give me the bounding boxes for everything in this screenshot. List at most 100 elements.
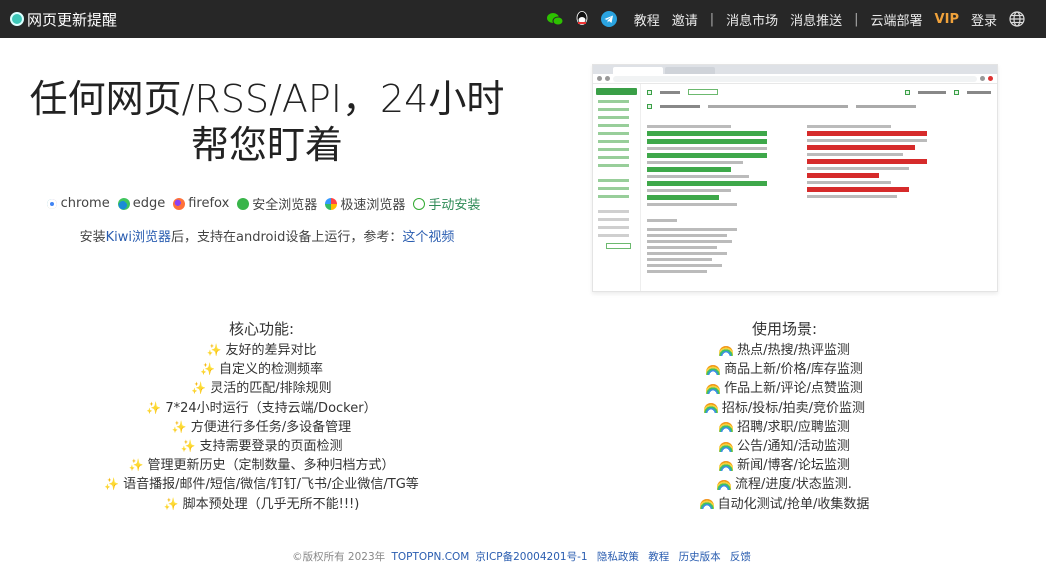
core-feature-item: ✨ 语音播报/邮件/短信/微信/钉钉/飞书/企业微信/TG等 xyxy=(104,475,419,494)
rainbow-icon xyxy=(719,422,734,433)
use-case-text: 商品上新/价格/库存监测 xyxy=(724,362,863,378)
screenshot-added-line xyxy=(647,181,767,186)
install-safe-browser-link[interactable]: 安全浏览器 xyxy=(237,194,317,213)
screenshot-removed-line xyxy=(807,145,915,150)
install-edge-link[interactable]: edge xyxy=(117,194,165,213)
screenshot-text xyxy=(856,104,916,108)
brand-name: 网页更新提醒 xyxy=(27,10,118,29)
kiwi-prefix: 安装 xyxy=(79,230,106,245)
rainbow-icon xyxy=(703,403,718,414)
install-fast-browser-link[interactable]: 极速浏览器 xyxy=(325,194,405,213)
screenshot-old-column xyxy=(647,122,767,209)
nav-vip[interactable]: VIP xyxy=(935,12,959,27)
screenshot-added-line xyxy=(647,131,767,136)
rainbow-icon xyxy=(706,384,721,394)
screenshot-sidebar-button xyxy=(606,243,631,249)
use-case-item: 公告/通知/活动监测 xyxy=(719,437,850,456)
screenshot-sidebar-row xyxy=(598,226,629,229)
install-safe-browser-label: 安全浏览器 xyxy=(252,198,318,213)
wechat-icon[interactable] xyxy=(546,11,563,27)
screenshot-line xyxy=(647,252,727,255)
screenshot-dot xyxy=(980,76,985,81)
nav-tutorial[interactable]: 教程 xyxy=(634,10,660,29)
edge-icon xyxy=(117,197,130,210)
sparkle-icon: ✨ xyxy=(163,496,179,511)
footer: ©版权所有 2023年 TOPTOPN.COM 京ICP备20004201号-1 … xyxy=(0,549,1046,564)
nav-login[interactable]: 登录 xyxy=(971,10,997,29)
screenshot-line xyxy=(647,246,717,249)
footer-history-link[interactable]: 历史版本 xyxy=(679,551,721,563)
screenshot-new-column xyxy=(807,122,927,209)
core-feature-text: 灵活的匹配/排除规则 xyxy=(210,381,332,397)
fast-browser-icon xyxy=(325,197,338,210)
sparkle-icon: ✨ xyxy=(146,400,162,415)
core-feature-text: 自定义的检测频率 xyxy=(218,362,323,378)
qq-icon[interactable] xyxy=(574,11,590,27)
nav-message-market[interactable]: 消息市场 xyxy=(726,10,778,29)
screenshot-dot xyxy=(988,76,993,81)
screenshot-line xyxy=(807,125,891,128)
globe-icon[interactable] xyxy=(1009,11,1025,27)
nav-message-push[interactable]: 消息推送 xyxy=(790,10,842,29)
screenshot-removed-line xyxy=(807,159,927,164)
screenshot-sidebar-row xyxy=(598,132,629,135)
screenshot-sidebar-row xyxy=(598,187,629,190)
core-feature-text: 管理更新历史（定制数量、多种归档方式） xyxy=(147,458,395,474)
rainbow-icon xyxy=(719,441,734,452)
use-case-text: 招聘/求职/应聘监测 xyxy=(737,419,850,435)
rainbow-icon xyxy=(717,480,732,491)
footer-site-link[interactable]: TOPTOPN.COM xyxy=(391,551,469,563)
screenshot-sidebar-row xyxy=(598,124,629,127)
sparkle-icon: ✨ xyxy=(128,458,144,473)
footer-tutorial-link[interactable]: 教程 xyxy=(648,551,669,563)
screenshot-sidebar-row xyxy=(598,148,629,151)
footer-privacy-link[interactable]: 隐私政策 xyxy=(597,551,639,563)
screenshot-button xyxy=(688,89,718,95)
install-firefox-link[interactable]: firefox xyxy=(173,194,229,213)
screenshot-line xyxy=(647,270,707,273)
footer-icp-link[interactable]: 京ICP备20004201号-1 xyxy=(475,551,587,563)
screenshot-sidebar-row xyxy=(598,218,629,221)
hero-title-line2: 帮您盯着 xyxy=(190,123,343,167)
kiwi-middle-text: 后，支持在android设备上运行，参考： xyxy=(171,230,403,245)
screenshot-sidebar-row xyxy=(598,108,629,111)
install-chrome-link[interactable]: chrome xyxy=(45,194,110,213)
use-case-item: 热点/热搜/热评监测 xyxy=(719,341,850,360)
firefox-icon xyxy=(173,197,186,210)
use-case-text: 流程/进度/状态监测. xyxy=(735,477,852,493)
core-feature-item: ✨ 管理更新历史（定制数量、多种归档方式） xyxy=(129,456,395,475)
browser-install-links: chrome edge firefox 安全浏览器 极速浏览器 手动安装 xyxy=(0,194,526,213)
footer-feedback-link[interactable]: 反馈 xyxy=(730,551,751,563)
screenshot-sidebar-row xyxy=(598,179,629,182)
screenshot-tabbar xyxy=(593,65,997,74)
screenshot-sidebar-selected xyxy=(596,88,637,95)
manual-install-label: 手动安装 xyxy=(428,198,481,213)
telegram-icon[interactable] xyxy=(600,11,617,27)
screenshot-diff-columns xyxy=(647,122,991,209)
screenshot-line xyxy=(647,125,731,128)
core-feature-text: 友好的差异对比 xyxy=(225,343,317,358)
nav-menu: 教程 邀请 | 消息市场 消息推送 | 云端部署 VIP 登录 xyxy=(546,10,1036,29)
screenshot-added-line xyxy=(647,139,767,144)
kiwi-video-link[interactable]: 这个视频 xyxy=(402,230,454,245)
brand[interactable]: 网页更新提醒 xyxy=(10,9,117,30)
core-feature-item: ✨ 7*24小时运行（支持云端/Docker） xyxy=(146,399,376,418)
hero-title-line1: 任何网页/RSS/API，24小时 xyxy=(29,77,505,121)
install-chrome-label: chrome xyxy=(60,196,110,211)
screenshot-line xyxy=(647,203,737,206)
nav-cloud-deploy[interactable]: 云端部署 xyxy=(871,10,923,29)
core-feature-text: 方便进行多任务/多设备管理 xyxy=(190,419,352,435)
use-case-text: 自动化测试/抢单/收集数据 xyxy=(717,496,870,512)
screenshot-text xyxy=(660,104,700,108)
kiwi-browser-link[interactable]: Kiwi浏览器 xyxy=(106,230,171,245)
screenshot-dot xyxy=(597,76,602,81)
screenshot-line xyxy=(647,175,749,178)
screenshot-toolbar xyxy=(647,102,991,110)
manual-install-icon xyxy=(413,197,426,210)
screenshot-added-line xyxy=(647,153,767,158)
screenshot-line xyxy=(647,219,677,222)
manual-install-link[interactable]: 手动安装 xyxy=(413,194,480,213)
screenshot-sidebar-row xyxy=(598,234,629,237)
rainbow-icon xyxy=(719,345,734,356)
nav-invite[interactable]: 邀请 xyxy=(672,10,698,29)
